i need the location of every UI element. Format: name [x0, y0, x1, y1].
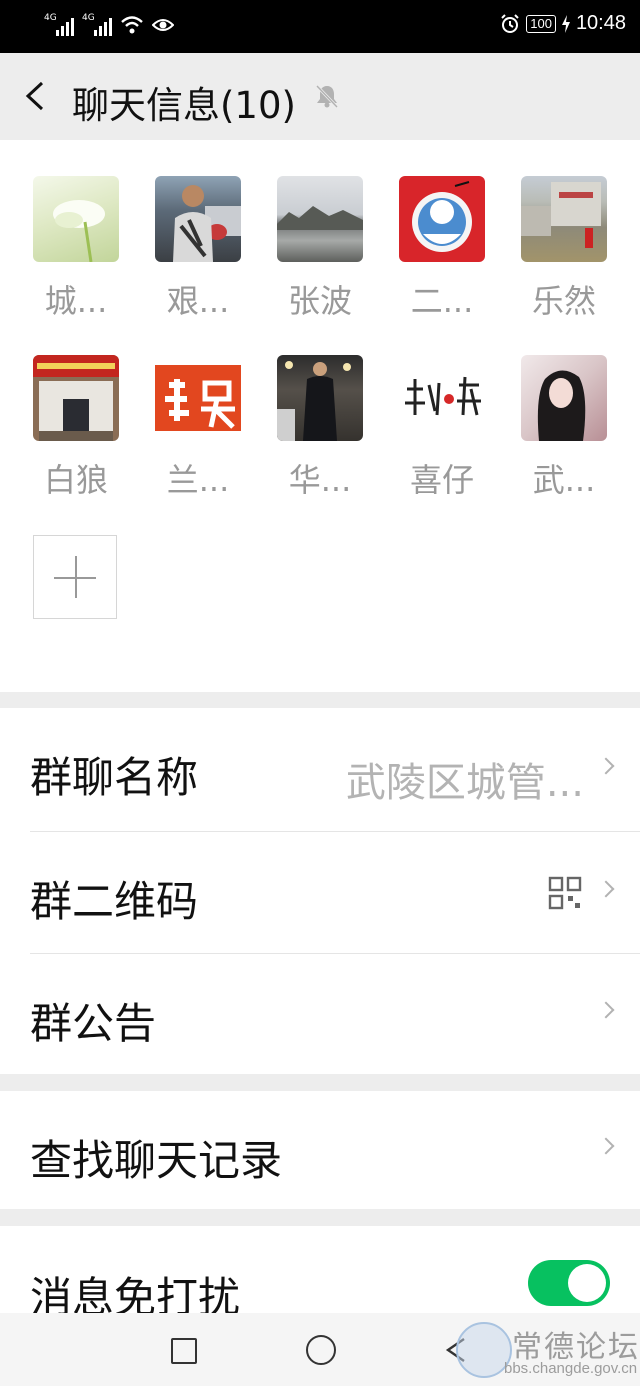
status-bar: 4G 4G 100 10:48 [0, 0, 640, 53]
member-name: 城... [44, 282, 108, 320]
member-item[interactable]: 白狼 [21, 355, 131, 501]
alarm-icon [501, 13, 519, 33]
group-name-label: 群聊名称 [30, 753, 199, 802]
chevron-right-icon [597, 1137, 615, 1155]
chevron-right-icon [597, 1001, 615, 1019]
mute-row: 消息免打扰 [0, 1226, 640, 1313]
group-name-row[interactable]: 群聊名称 武陵区城管... [0, 708, 640, 832]
add-member-button[interactable] [33, 535, 117, 619]
member-item[interactable]: 城... [21, 176, 131, 322]
recent-apps-button[interactable] [171, 1338, 197, 1364]
member-name: 乐然 [531, 282, 596, 320]
group-name-value: 武陵区城管... [345, 760, 584, 806]
battery-icon: 100 [526, 14, 556, 33]
member-item[interactable]: 喜仔 [387, 355, 497, 501]
member-name: 兰... [166, 461, 230, 499]
group-settings-section: 群聊名称 武陵区城管... 群二维码 群公告 [0, 708, 640, 1074]
home-button[interactable] [306, 1335, 336, 1365]
member-item[interactable]: 兰... [143, 355, 253, 501]
group-notice-row[interactable]: 群公告 [0, 954, 640, 1074]
member-name: 华... [288, 461, 352, 499]
chevron-right-icon [597, 757, 615, 775]
avatar[interactable] [521, 176, 607, 262]
avatar[interactable] [399, 355, 485, 441]
member-name: 喜仔 [409, 461, 474, 499]
eye-icon [152, 19, 174, 31]
chat-history-section: 查找聊天记录 [0, 1091, 640, 1209]
watermark-url: bbs.changde.gov.cn [504, 1360, 638, 1377]
avatar[interactable] [521, 355, 607, 441]
back-arrow-icon[interactable] [20, 79, 54, 113]
avatar[interactable] [277, 355, 363, 441]
wifi-icon [121, 16, 143, 34]
member-item[interactable]: 武... [509, 355, 619, 501]
avatar[interactable] [33, 355, 119, 441]
member-name: 白狼 [43, 461, 108, 499]
group-qr-row[interactable]: 群二维码 [0, 832, 640, 954]
cellular-signal-icon: 4G [44, 13, 74, 36]
avatar[interactable] [399, 176, 485, 262]
search-history-row[interactable]: 查找聊天记录 [0, 1091, 640, 1209]
cellular-signal-icon-2: 4G [82, 13, 112, 36]
watermark: 常德论坛 bbs.changde.gov.cn [448, 1316, 640, 1386]
clock: 10:48 [575, 12, 626, 34]
member-grid: 城... 艰... 张波 二... 乐然 白狼 兰... 华... 喜仔 武..… [0, 140, 640, 692]
avatar[interactable] [155, 355, 241, 441]
qr-code-icon [548, 876, 582, 910]
member-item[interactable]: 华... [265, 355, 375, 501]
search-history-label: 查找聊天记录 [30, 1136, 283, 1185]
mute-label: 消息免打扰 [30, 1273, 241, 1313]
member-item[interactable]: 张波 [265, 176, 375, 322]
mute-toggle[interactable] [528, 1260, 610, 1306]
nav-header: 聊天信息(10) [0, 53, 640, 140]
charging-icon [561, 14, 570, 33]
notification-section: 消息免打扰 [0, 1226, 640, 1313]
member-name: 二... [410, 282, 474, 320]
page-title: 聊天信息(10) [72, 84, 296, 127]
network-type-label-2: 4G [82, 13, 95, 23]
chevron-right-icon [597, 880, 615, 898]
member-item[interactable]: 乐然 [509, 176, 619, 322]
group-qr-label: 群二维码 [30, 877, 199, 926]
member-item[interactable]: 艰... [143, 176, 253, 322]
toggle-knob [568, 1264, 606, 1302]
muted-bell-icon [315, 84, 339, 109]
group-notice-label: 群公告 [30, 999, 157, 1048]
avatar[interactable] [155, 176, 241, 262]
member-name: 艰... [166, 282, 230, 320]
member-name: 武... [532, 461, 596, 499]
avatar[interactable] [33, 176, 119, 262]
avatar[interactable] [277, 176, 363, 262]
member-item[interactable]: 二... [387, 176, 497, 322]
member-name: 张波 [287, 282, 352, 320]
network-type-label: 4G [44, 13, 57, 23]
